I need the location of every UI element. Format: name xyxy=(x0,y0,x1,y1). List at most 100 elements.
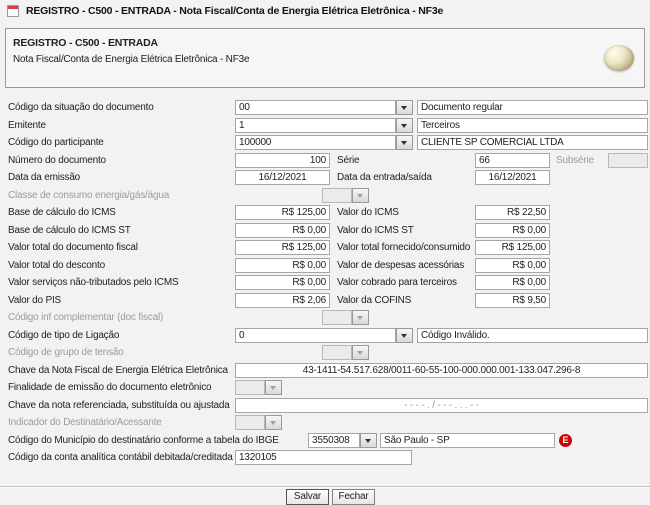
data-emissao-label: Data da emissão xyxy=(8,172,80,183)
participante-label: Código do participante xyxy=(8,137,104,148)
register-form: Código da situação do documento 00 Docum… xyxy=(0,100,650,468)
tipo-ligacao-label: Código de tipo de Ligação xyxy=(8,330,119,341)
valor-icms-st-input[interactable]: R$ 0,00 xyxy=(475,223,550,238)
municipio-ibge-dropdown-button[interactable] xyxy=(360,433,377,448)
situacao-desc-field[interactable]: Documento regular xyxy=(417,100,648,115)
indicador-destinatario-label: Indicador do Destinatário/Acessante xyxy=(8,417,162,428)
situacao-input[interactable]: 00 xyxy=(235,100,396,115)
valor-icms-st-label: Valor do ICMS ST xyxy=(337,225,414,236)
bc-icms-input[interactable]: R$ 125,00 xyxy=(235,205,330,220)
chevron-down-icon xyxy=(365,439,371,446)
inf-complementar-dropdown-button xyxy=(352,310,369,325)
serie-label: Série xyxy=(337,155,359,166)
row-situacao: Código da situação do documento 00 Docum… xyxy=(0,100,650,118)
row-chave-nf: Chave da Nota Fiscal de Energia Elétrica… xyxy=(0,363,650,381)
chave-nf-input[interactable]: 43-1411-54.517.628/0011-60-55-100-000.00… xyxy=(235,363,648,378)
emitente-dropdown-button[interactable] xyxy=(396,118,413,133)
conta-contabil-label: Código da conta analítica contábil debit… xyxy=(8,452,233,463)
classe-consumo-label: Classe de consumo energia/gás/água xyxy=(8,190,169,201)
chevron-down-icon xyxy=(270,421,276,428)
subserie-label: Subsérie xyxy=(556,155,594,166)
tipo-ligacao-dropdown-button[interactable] xyxy=(396,328,413,343)
grupo-tensao-label: Código de grupo de tensão xyxy=(8,347,124,358)
error-badge-icon: E xyxy=(559,434,572,447)
emitente-input[interactable]: 1 xyxy=(235,118,396,133)
footer-separator xyxy=(0,486,650,488)
save-button[interactable]: Salvar xyxy=(286,489,329,505)
tipo-ligacao-desc-field[interactable]: Código Inválido. xyxy=(417,328,648,343)
row-inf-complementar: Código inf complementar (doc fiscal) xyxy=(0,310,650,328)
data-emissao-input[interactable]: 16/12/2021 xyxy=(235,170,330,185)
row-tipo-ligacao: Código de tipo de Ligação 0 Código Invál… xyxy=(0,328,650,346)
chave-referenciada-input[interactable]: - - - - . / - - - . . . - - xyxy=(235,398,648,413)
row-pis-cofins: Valor do PIS R$ 2,06 Valor da COFINS R$ … xyxy=(0,293,650,311)
row-municipio-ibge: Código do Município do destinatário conf… xyxy=(0,433,650,451)
valor-icms-input[interactable]: R$ 22,50 xyxy=(475,205,550,220)
window-title: REGISTRO - C500 - ENTRADA - Nota Fiscal/… xyxy=(26,5,443,17)
close-button[interactable]: Fechar xyxy=(332,489,375,505)
valor-doc-input[interactable]: R$ 125,00 xyxy=(235,240,330,255)
numero-label: Número do documento xyxy=(8,155,106,166)
chevron-down-icon xyxy=(401,334,407,341)
numero-input[interactable]: 100 xyxy=(235,153,330,168)
chevron-down-icon xyxy=(357,194,363,201)
situacao-dropdown-button[interactable] xyxy=(396,100,413,115)
participante-input[interactable]: 100000 xyxy=(235,135,396,150)
serie-input[interactable]: 66 xyxy=(475,153,550,168)
cobrado-terceiros-input[interactable]: R$ 0,00 xyxy=(475,275,550,290)
chevron-down-icon xyxy=(357,316,363,323)
chevron-down-icon xyxy=(401,106,407,113)
row-conta-contabil: Código da conta analítica contábil debit… xyxy=(0,450,650,468)
window-icon xyxy=(7,5,19,17)
finalidade-input xyxy=(235,380,265,395)
despesas-acessorias-input[interactable]: R$ 0,00 xyxy=(475,258,550,273)
indicador-destinatario-dropdown-button xyxy=(265,415,282,430)
row-bc-icms: Base de cálculo do ICMS R$ 125,00 Valor … xyxy=(0,205,650,223)
row-valor-desconto: Valor total do desconto R$ 0,00 Valor de… xyxy=(0,258,650,276)
valor-nao-tributado-input[interactable]: R$ 0,00 xyxy=(235,275,330,290)
row-bc-icms-st: Base de cálculo do ICMS ST R$ 0,00 Valor… xyxy=(0,223,650,241)
bc-icms-st-label: Base de cálculo do ICMS ST xyxy=(8,225,131,236)
data-entrada-input[interactable]: 16/12/2021 xyxy=(475,170,550,185)
conta-contabil-input[interactable]: 1320105 xyxy=(235,450,412,465)
despesas-acessorias-label: Valor de despesas acessórias xyxy=(337,260,464,271)
municipio-ibge-label: Código do Município do destinatário conf… xyxy=(8,435,279,446)
indicador-destinatario-input xyxy=(235,415,265,430)
chevron-down-icon xyxy=(401,124,407,131)
valor-fornecido-label: Valor total fornecido/consumido xyxy=(337,242,470,253)
coin-icon xyxy=(604,45,634,71)
chevron-down-icon xyxy=(401,141,407,148)
finalidade-label: Finalidade de emissão do documento eletr… xyxy=(8,382,211,393)
participante-dropdown-button[interactable] xyxy=(396,135,413,150)
chevron-down-icon xyxy=(357,351,363,358)
municipio-ibge-desc-field[interactable]: São Paulo - SP xyxy=(380,433,555,448)
register-subtitle: Nota Fiscal/Conta de Energia Elétrica El… xyxy=(13,54,249,65)
row-emitente: Emitente 1 Terceiros xyxy=(0,118,650,136)
classe-consumo-input xyxy=(322,188,352,203)
bc-icms-label: Base de cálculo do ICMS xyxy=(8,207,116,218)
participante-desc-field[interactable]: CLIENTE SP COMERCIAL LTDA xyxy=(417,135,648,150)
valor-desconto-label: Valor total do desconto xyxy=(8,260,105,271)
cobrado-terceiros-label: Valor cobrado para terceiros xyxy=(337,277,457,288)
window-titlebar: REGISTRO - C500 - ENTRADA - Nota Fiscal/… xyxy=(0,0,650,24)
situacao-label: Código da situação do documento xyxy=(8,102,154,113)
row-valor-nao-tributado: Valor serviços não-tributados pelo ICMS … xyxy=(0,275,650,293)
valor-pis-input[interactable]: R$ 2,06 xyxy=(235,293,330,308)
grupo-tensao-input xyxy=(322,345,352,360)
valor-fornecido-input[interactable]: R$ 125,00 xyxy=(475,240,550,255)
row-valor-doc: Valor total do documento fiscal R$ 125,0… xyxy=(0,240,650,258)
valor-cofins-input[interactable]: R$ 9,50 xyxy=(475,293,550,308)
row-chave-referenciada: Chave da nota referenciada, substituída … xyxy=(0,398,650,416)
subserie-input[interactable] xyxy=(608,153,648,168)
valor-cofins-label: Valor da COFINS xyxy=(337,295,411,306)
municipio-ibge-input[interactable]: 3550308 xyxy=(308,433,360,448)
valor-desconto-input[interactable]: R$ 0,00 xyxy=(235,258,330,273)
bc-icms-st-input[interactable]: R$ 0,00 xyxy=(235,223,330,238)
data-entrada-label: Data da entrada/saída xyxy=(337,172,432,183)
row-finalidade: Finalidade de emissão do documento eletr… xyxy=(0,380,650,398)
tipo-ligacao-input[interactable]: 0 xyxy=(235,328,396,343)
emitente-desc-field[interactable]: Terceiros xyxy=(417,118,648,133)
classe-consumo-dropdown-button xyxy=(352,188,369,203)
row-indicador-destinatario: Indicador do Destinatário/Acessante xyxy=(0,415,650,433)
emitente-label: Emitente xyxy=(8,120,46,131)
